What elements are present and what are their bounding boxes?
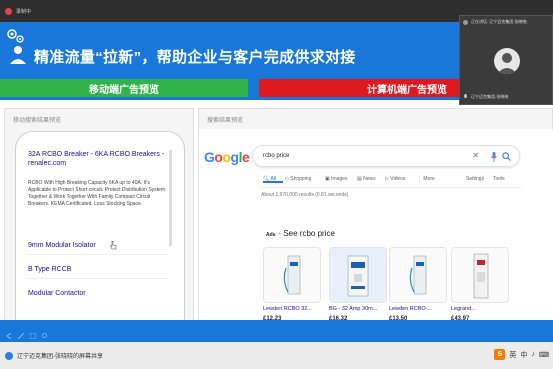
tab-images[interactable]: ▣ Images: [325, 176, 348, 182]
product-name[interactable]: Lewden RCBO-...: [389, 306, 447, 312]
zoom-icon[interactable]: [42, 333, 48, 339]
divider: [28, 278, 168, 279]
search-input[interactable]: rcbo price: [263, 153, 289, 159]
product-image[interactable]: [451, 247, 509, 303]
search-icon[interactable]: [502, 152, 511, 161]
screen-share-window: 录制中 精准流量“拉新”，帮助企业与客户完成供求对接 移动端广告预览 计算机端广…: [0, 0, 553, 369]
product-name[interactable]: Lewden RCBO 32...: [263, 306, 321, 312]
search-tabs: 🔍︎ All ◇ Shopping ▣ Images ▤ News ▷ Vide…: [261, 174, 521, 188]
participant-name-bar: 辽宁迈克集团-张晓晓: [460, 94, 553, 100]
product-card[interactable]: Legrand... £43.97 Legrand...: [451, 247, 509, 329]
desktop-preview-panel: 搜索结果预览 Google rcbo price ✕ 🔍︎ All ◇ Shop…: [198, 108, 553, 342]
tray-item[interactable]: ⌨: [539, 351, 549, 359]
video-thumbnail[interactable]: 正在讲话: 辽宁迈克集团-张晓晓; 辽宁迈克集团-张晓晓: [459, 15, 553, 105]
clear-icon[interactable]: ✕: [472, 151, 479, 160]
tab-videos[interactable]: ▷ Videos: [385, 176, 405, 182]
phone-frame: 32A RCBO Breaker - 6KA RCBO Breakers - r…: [15, 131, 185, 342]
google-logo: Google: [204, 149, 250, 165]
product-image[interactable]: [263, 247, 321, 303]
desktop-panel-label: 搜索结果预览: [207, 118, 244, 124]
sitelink-item[interactable]: Modular Contactor: [28, 290, 86, 297]
mic-icon[interactable]: [491, 152, 497, 162]
screen-share-icon: [5, 351, 13, 360]
tab-more[interactable]: ⋮ More: [417, 176, 435, 182]
sogou-input-icon[interactable]: S: [494, 349, 506, 360]
speaker-indicator: 正在讲话: 辽宁迈克集团-张晓晓;: [460, 16, 553, 28]
speaker-icon: [463, 19, 468, 25]
product-name[interactable]: Legrand...: [451, 306, 509, 312]
tab-news[interactable]: ▤ News: [357, 176, 376, 182]
product-card[interactable]: BG - 32 Amp 30m... £16.32 BG Electrical.…: [329, 247, 387, 329]
tab-all[interactable]: 🔍︎ All: [263, 176, 283, 183]
mic-icon: [464, 94, 467, 98]
grid-icon[interactable]: [30, 333, 36, 339]
mobile-ad-description: RCBO With High Breaking Capacity 6KA up …: [28, 180, 165, 207]
product-card[interactable]: Lewden RCBO-... £13.50 Electrical...: [389, 247, 447, 329]
hand-cursor-icon: [110, 241, 117, 250]
tray-item[interactable]: 英: [509, 350, 516, 360]
slide-title: 精准流量“拉新”，帮助企业与客户完成供求对接: [34, 49, 356, 66]
product-image[interactable]: [389, 247, 447, 303]
mobile-ad-preview-button[interactable]: 移动端广告预览: [0, 79, 248, 97]
google-results-page: Google rcbo price ✕ 🔍︎ All ◇ Shopping ▣ …: [199, 129, 553, 342]
result-stats: About 1,970,000 results (0.81 seconds): [261, 192, 349, 198]
screen-share-taskbar: 辽宁迈克集团-张晓晓的屏幕共享 S 英 中 ♪ ⌨: [0, 342, 553, 369]
mobile-preview-panel: 移动搜索结果预览 32A RCBO Breaker - 6KA RCBO Bre…: [4, 108, 194, 342]
ads-label: Ads: [266, 232, 276, 238]
shopping-ads-header: Ads · See rcbo price: [266, 229, 335, 238]
gears-person-icon: [7, 29, 26, 64]
avatar: [494, 48, 520, 74]
arrow-back-icon[interactable]: [6, 333, 12, 339]
system-tray: S 英 中 ♪ ⌨: [494, 349, 549, 360]
recording-label: 录制中: [16, 8, 32, 15]
phone-scrollbar[interactable]: [169, 150, 172, 246]
pen-icon[interactable]: [18, 333, 24, 339]
tab-settings[interactable]: Settings: [466, 176, 484, 182]
tray-item[interactable]: ♪: [531, 351, 535, 358]
sitelink-item[interactable]: B Type RCCB: [28, 266, 71, 273]
tab-shopping[interactable]: ◇ Shopping: [285, 176, 311, 182]
tray-item[interactable]: 中: [520, 350, 527, 360]
product-image[interactable]: [329, 247, 387, 303]
screen-share-label: 辽宁迈克集团-张晓晓的屏幕共享: [17, 354, 103, 360]
recording-indicator-icon: [5, 7, 12, 15]
mobile-panel-label: 移动搜索结果预览: [13, 118, 62, 124]
tab-tools[interactable]: Tools: [493, 176, 505, 182]
slide-control-bar: [0, 330, 553, 342]
product-name[interactable]: BG - 32 Amp 30m...: [329, 306, 387, 312]
divider: [28, 254, 168, 255]
speaker-text: 正在讲话: 辽宁迈克集团-张晓晓;: [471, 19, 528, 24]
search-box[interactable]: rcbo price ✕: [252, 145, 520, 167]
product-card[interactable]: Lewden RCBO 32... £12.23 Electrical Wh..…: [263, 247, 321, 329]
desktop-ad-preview-button[interactable]: 计算机端广告预览: [259, 79, 459, 97]
participant-name: 辽宁迈克集团-张晓晓: [471, 94, 509, 99]
mobile-ad-title[interactable]: 32A RCBO Breaker - 6KA RCBO Breakers - r…: [28, 150, 168, 168]
sitelink-item[interactable]: 9mm Modular Isolator: [28, 242, 96, 249]
